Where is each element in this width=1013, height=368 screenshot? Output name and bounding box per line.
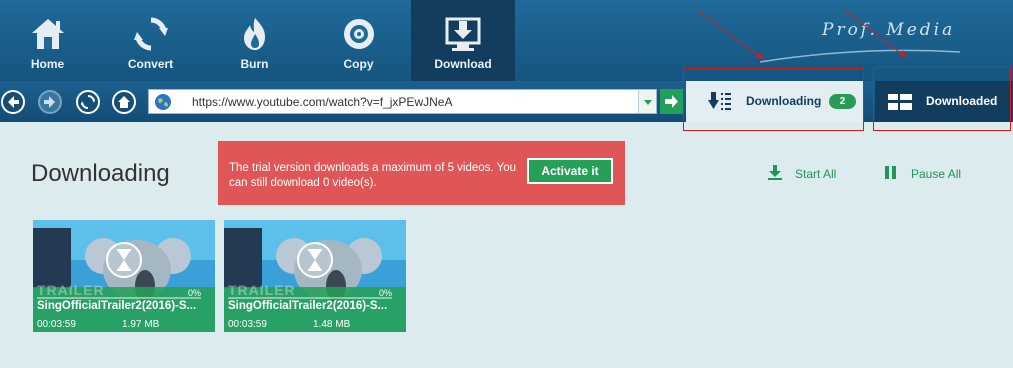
toolbar-convert-button[interactable]: Convert	[103, 0, 198, 81]
forward-button[interactable]	[38, 90, 62, 114]
brand-logo-text: Prof. Media	[822, 20, 956, 40]
progress-bar	[37, 297, 201, 299]
convert-icon	[133, 17, 168, 51]
refresh-icon	[81, 94, 95, 110]
thumbnail-overlay-text: TRAILER	[228, 282, 296, 298]
progress-bar	[228, 297, 392, 299]
video-card[interactable]: TRAILER 0% SingOfficialTrailer2(2016)-S.…	[224, 220, 406, 332]
hourglass-icon	[297, 242, 333, 278]
home-icon	[118, 96, 130, 108]
url-input[interactable]: https://www.youtube.com/watch?v=f_jxPEwJ…	[192, 95, 452, 109]
arrow-right-icon	[665, 95, 678, 108]
download-arrow-icon	[768, 165, 782, 180]
video-title: SingOfficialTrailer2(2016)-S...	[228, 300, 388, 312]
start-all-label: Start All	[795, 167, 837, 181]
url-bar[interactable]: https://www.youtube.com/watch?v=f_jxPEwJ…	[148, 89, 657, 114]
toolbar-copy-button[interactable]: Copy	[311, 0, 406, 81]
copy-icon	[343, 19, 374, 49]
video-duration: 00:03:59	[228, 319, 267, 330]
trial-notice-banner: The trial version downloads a maximum of…	[218, 141, 625, 205]
arrow-right-icon	[44, 96, 55, 108]
thumbnail-overlay-text: TRAILER	[37, 282, 105, 298]
brand-swoosh-decoration	[760, 49, 960, 63]
video-card[interactable]: TRAILER 0% SingOfficialTrailer2(2016)-S.…	[33, 220, 215, 332]
go-button[interactable]	[660, 89, 683, 114]
refresh-button[interactable]	[76, 90, 100, 114]
toolbar-download-label: Download	[434, 57, 492, 71]
annotation-box-downloaded	[873, 67, 1011, 131]
trial-message: The trial version downloads a maximum of…	[229, 162, 517, 189]
url-history-dropdown[interactable]	[638, 90, 656, 113]
annotation-box-downloading	[683, 68, 864, 131]
toolbar-download-button[interactable]: Download	[411, 0, 515, 81]
toolbar-burn-button[interactable]: Burn	[207, 0, 302, 81]
video-size: 1.48 MB	[313, 319, 351, 330]
video-title: SingOfficialTrailer2(2016)-S...	[37, 300, 197, 312]
pause-icon	[885, 166, 896, 179]
home-icon	[31, 19, 64, 49]
pause-all-label: Pause All	[911, 167, 962, 181]
download-icon	[445, 17, 481, 51]
arrow-left-icon	[8, 96, 19, 108]
home-nav-button[interactable]	[112, 90, 136, 114]
hourglass-icon	[106, 242, 142, 278]
toolbar-home-button[interactable]: Home	[0, 0, 95, 81]
toolbar-convert-label: Convert	[127, 57, 174, 71]
activate-button[interactable]: Activate it	[527, 158, 613, 184]
back-button[interactable]	[1, 90, 25, 114]
toolbar-home-label: Home	[30, 57, 65, 71]
chevron-down-icon	[644, 100, 652, 105]
toolbar-copy-label: Copy	[343, 57, 374, 71]
page-title: Downloading	[31, 160, 170, 187]
video-size: 1.97 MB	[122, 319, 160, 330]
burn-icon	[243, 18, 265, 50]
toolbar-burn-label: Burn	[240, 57, 269, 71]
globe-icon	[155, 94, 171, 110]
video-duration: 00:03:59	[37, 319, 76, 330]
